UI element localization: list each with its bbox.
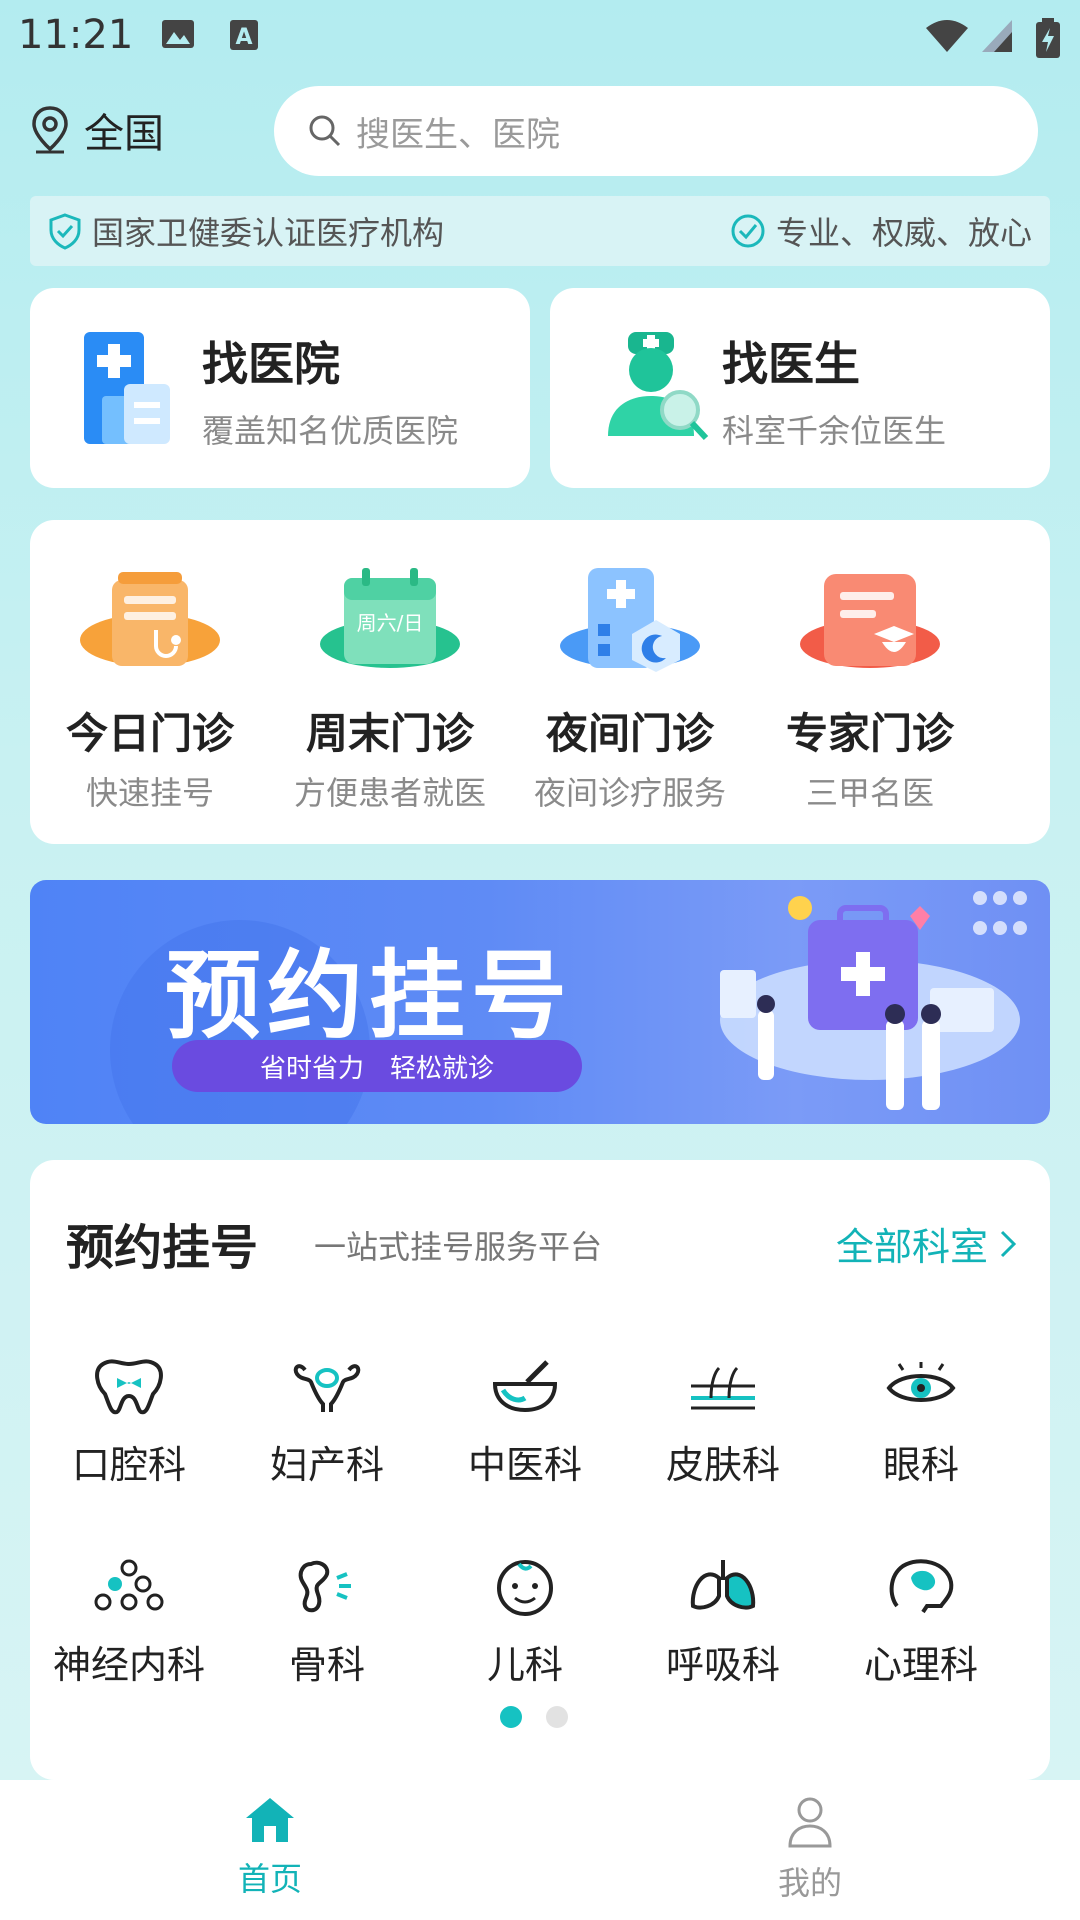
night-clinic-icon xyxy=(560,568,700,672)
dept-label: 中医科 xyxy=(467,1443,582,1487)
baby-face-icon xyxy=(497,1560,553,1616)
check-circle-icon xyxy=(731,214,765,248)
wifi-icon xyxy=(926,20,968,52)
dept-ophthalmology[interactable]: 眼科 xyxy=(822,1356,1020,1489)
banner-title: 预约挂号 xyxy=(165,940,573,1052)
dept-orthopedics[interactable]: 骨科 xyxy=(228,1556,426,1689)
find-doctor-card[interactable]: 找医生 科室千余位医生 xyxy=(550,288,1050,488)
clinic-night-desc: 夜间诊疗服务 xyxy=(533,774,726,812)
expert-clinic-icon xyxy=(800,574,940,668)
a-notification-icon: A xyxy=(230,20,258,50)
doctor-search-icon xyxy=(608,332,709,441)
booking-banner[interactable]: 预约挂号 省时省力 轻松就诊 xyxy=(30,880,1050,1124)
dept-pediatrics[interactable]: 儿科 xyxy=(426,1556,624,1689)
dept-label: 口腔科 xyxy=(71,1443,186,1487)
search-placeholder: 搜医生、医院 xyxy=(356,114,560,155)
clinic-today-desc: 快速挂号 xyxy=(85,774,214,812)
dept-neurology[interactable]: 神经内科 xyxy=(30,1556,228,1689)
bone-icon xyxy=(298,1560,351,1613)
location-selector[interactable]: 全国 xyxy=(30,100,164,160)
page-dot[interactable] xyxy=(546,1706,568,1728)
certification-strip: 国家卫健委认证医疗机构 专业、权威、放心 xyxy=(30,196,1050,266)
clinic-today[interactable]: 今日门诊 快速挂号 xyxy=(30,520,270,844)
status-bar: 11:21 A xyxy=(0,0,1080,75)
dept-label: 眼科 xyxy=(882,1443,959,1487)
clinic-weekend-desc: 方便患者就医 xyxy=(293,774,486,812)
battery-icon xyxy=(1036,18,1060,58)
all-departments-label: 全部科室 xyxy=(835,1225,988,1269)
dept-obstetrics[interactable]: 妇产科 xyxy=(228,1356,426,1489)
neuron-icon xyxy=(94,1559,164,1611)
find-hospital-title: 找医院 xyxy=(202,337,340,391)
booking-title: 预约挂号 xyxy=(66,1220,259,1276)
shield-check-icon xyxy=(49,213,81,250)
mortar-icon xyxy=(492,1360,558,1413)
find-hospital-card[interactable]: 找医院 覆盖知名优质医院 xyxy=(30,288,530,488)
search-bar[interactable]: 搜医生、医院 xyxy=(274,86,1038,176)
booking-panel: 预约挂号 一站式挂号服务平台 全部科室 口腔科 妇产科 中医科 皮肤科 眼科 神… xyxy=(30,1160,1050,1780)
dept-label: 皮肤科 xyxy=(665,1443,780,1487)
clinic-night[interactable]: 夜间门诊 夜间诊疗服务 xyxy=(510,520,750,844)
clinic-types-card: 今日门诊 快速挂号 周六/日 周末门诊 方便患者就医 夜间门诊 夜间诊疗服务 专… xyxy=(30,520,1050,844)
clinic-expert[interactable]: 专家门诊 三甲名医 xyxy=(750,520,990,844)
tooth-icon xyxy=(95,1359,163,1415)
home-icon xyxy=(246,1798,294,1842)
banner-illustration xyxy=(720,891,1027,1110)
nav-home[interactable]: 首页 xyxy=(170,1794,370,1900)
nav-mine[interactable]: 我的 xyxy=(710,1794,910,1904)
banner-tagline: 省时省力 轻松就诊 xyxy=(172,1040,582,1092)
lungs-icon xyxy=(690,1560,756,1610)
clinic-weekend-name: 周末门诊 xyxy=(305,709,474,758)
bottom-nav: 首页 我的 xyxy=(0,1780,1080,1920)
dept-tcm[interactable]: 中医科 xyxy=(426,1356,624,1489)
location-label: 全国 xyxy=(84,111,164,157)
image-notification-icon xyxy=(162,20,194,48)
uterus-icon xyxy=(293,1364,361,1412)
weekend-icon-text: 周六/日 xyxy=(357,611,424,635)
banner-tag-2: 轻松就诊 xyxy=(390,1053,495,1084)
find-hospital-sub: 覆盖知名优质医院 xyxy=(202,412,459,450)
cert-right-text: 专业、权威、放心 xyxy=(775,214,1032,252)
status-time: 11:21 xyxy=(18,12,134,58)
page-indicator xyxy=(500,1706,568,1728)
dept-label: 神经内科 xyxy=(52,1643,205,1687)
dept-label: 儿科 xyxy=(486,1643,563,1687)
clinic-today-name: 今日门诊 xyxy=(65,709,234,758)
find-doctor-title: 找医生 xyxy=(722,337,860,391)
booking-subtitle: 一站式挂号服务平台 xyxy=(314,1228,603,1266)
clinic-expert-name: 专家门诊 xyxy=(785,709,954,758)
dept-respiratory[interactable]: 呼吸科 xyxy=(624,1556,822,1689)
find-doctor-sub: 科室千余位医生 xyxy=(722,412,947,450)
dept-label: 呼吸科 xyxy=(665,1643,780,1687)
cert-left-text: 国家卫健委认证医疗机构 xyxy=(92,214,445,252)
signal-icon xyxy=(982,20,1012,52)
cert-left: 国家卫健委认证医疗机构 xyxy=(48,208,444,254)
banner-tag-1: 省时省力 xyxy=(259,1053,364,1084)
location-pin-icon xyxy=(32,106,68,154)
chevron-right-icon xyxy=(1000,1230,1017,1257)
dept-label: 心理科 xyxy=(863,1643,978,1687)
nav-mine-label: 我的 xyxy=(777,1864,842,1902)
dept-label: 骨科 xyxy=(288,1643,365,1687)
skin-icon xyxy=(691,1366,755,1410)
dept-dermatology[interactable]: 皮肤科 xyxy=(624,1356,822,1489)
dept-label: 妇产科 xyxy=(269,1443,384,1487)
dept-stomatology[interactable]: 口腔科 xyxy=(30,1356,228,1489)
all-departments-link[interactable]: 全部科室 xyxy=(836,1216,1018,1271)
dept-psychology[interactable]: 心理科 xyxy=(822,1556,1020,1689)
clinic-night-name: 夜间门诊 xyxy=(545,709,714,758)
head-brain-icon xyxy=(889,1559,954,1614)
nav-home-label: 首页 xyxy=(237,1860,302,1898)
svg-text:A: A xyxy=(235,25,252,50)
hospital-building-icon xyxy=(84,332,170,444)
weekend-calendar-icon: 周六/日 xyxy=(320,568,460,668)
eye-icon xyxy=(886,1362,956,1402)
cert-right: 专业、权威、放心 xyxy=(730,208,1032,254)
clinic-expert-desc: 三甲名医 xyxy=(805,774,934,812)
today-clinic-icon xyxy=(80,572,220,666)
search-icon xyxy=(309,115,341,147)
page-dot-active[interactable] xyxy=(500,1706,522,1728)
user-icon xyxy=(788,1797,832,1848)
clinic-weekend[interactable]: 周六/日 周末门诊 方便患者就医 xyxy=(270,520,510,844)
